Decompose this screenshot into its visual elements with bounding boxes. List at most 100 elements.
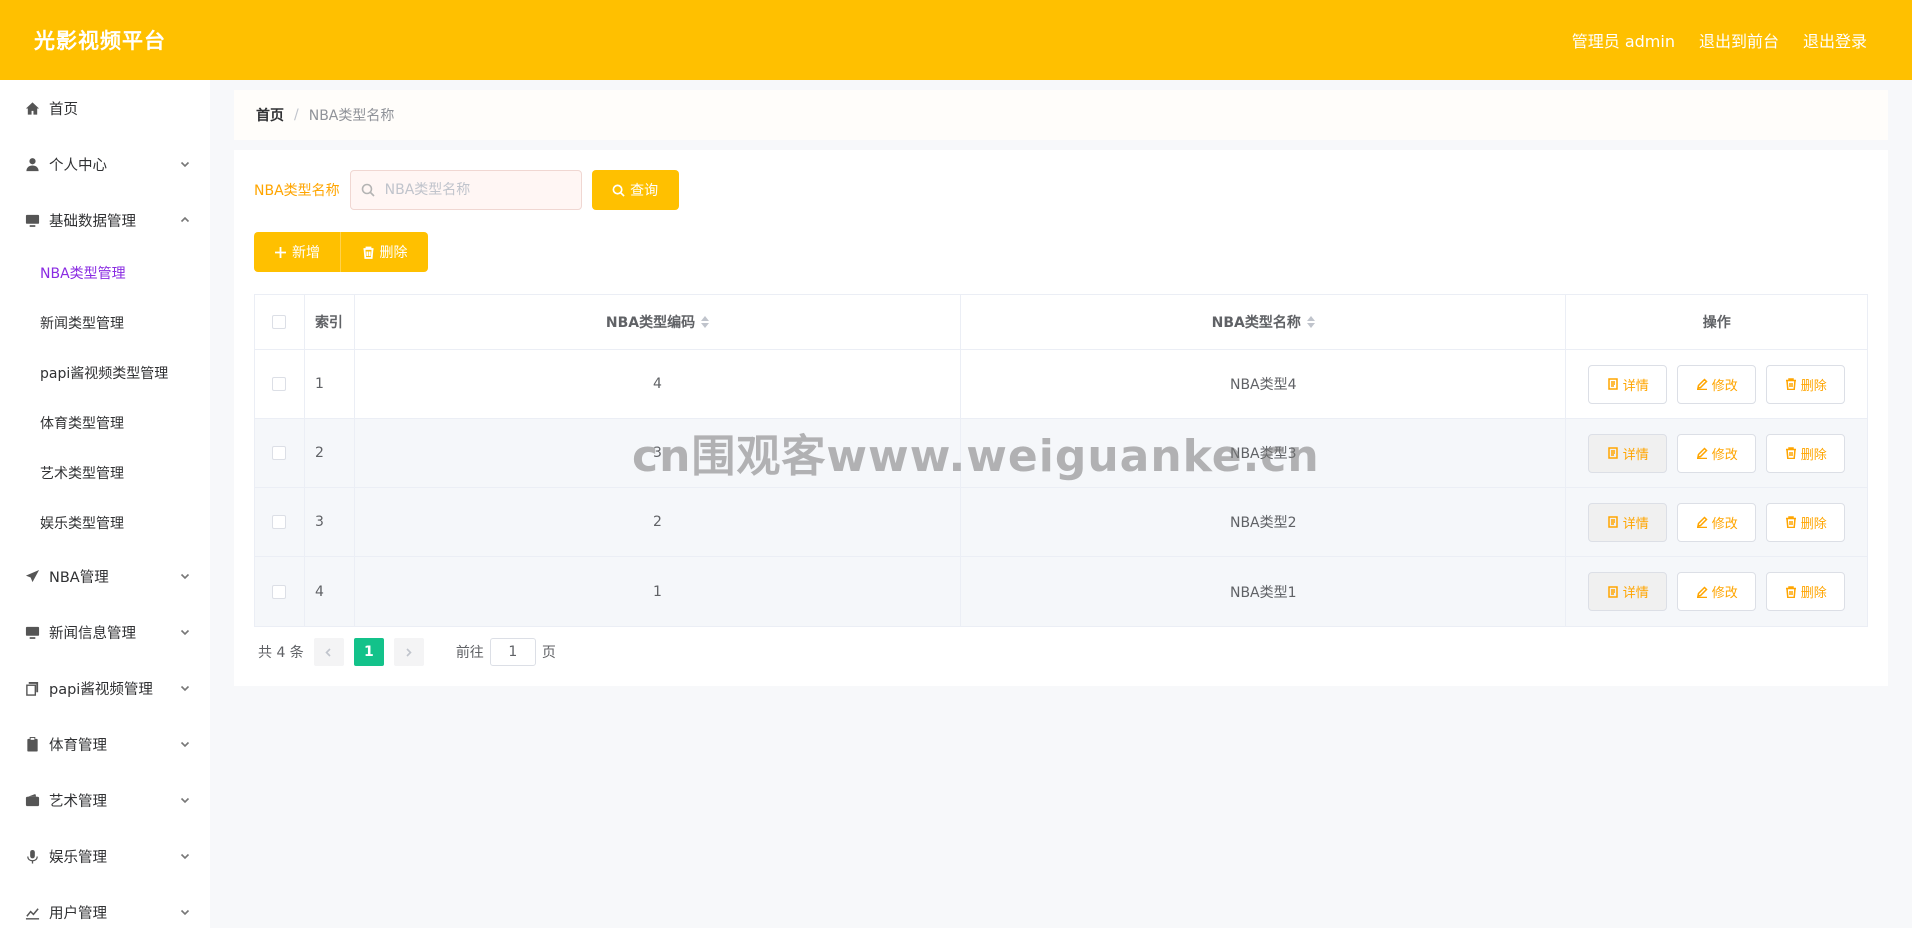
row-ops: 详情 修改 删除 <box>1566 557 1867 626</box>
sort-icon[interactable] <box>1306 316 1315 328</box>
select-all-checkbox[interactable] <box>272 315 287 329</box>
edit-icon <box>1696 378 1708 390</box>
delete-button[interactable]: 删除 <box>1766 572 1846 611</box>
copy-icon <box>24 680 40 696</box>
monitor-icon <box>24 624 40 640</box>
action-row: 新增 删除 <box>254 232 428 272</box>
table-row: 4 1 NBA类型1 详情 修改 删除 <box>255 557 1867 626</box>
search-input[interactable] <box>384 182 565 198</box>
sidebar-item-personal-center[interactable]: 个人中心 <box>0 136 210 192</box>
sidebar-item-users[interactable]: 用户管理 <box>0 884 210 928</box>
sidebar-item-sports[interactable]: 体育管理 <box>0 716 210 772</box>
microphone-icon <box>24 848 40 864</box>
chevron-down-icon <box>180 907 190 917</box>
edit-button-label: 修改 <box>1711 516 1738 532</box>
chevron-down-icon <box>180 795 190 805</box>
document-icon <box>1607 516 1618 528</box>
pagination: 共 4 条 1 前往 页 <box>258 638 556 666</box>
header-name[interactable]: NBA类型名称 <box>961 295 1567 349</box>
row-checkbox[interactable] <box>272 584 287 599</box>
sidebar-item-nba[interactable]: NBA管理 <box>0 548 210 604</box>
chevron-right-icon <box>406 647 412 657</box>
delete-button[interactable]: 删除 <box>1766 433 1846 473</box>
header-name-label: NBA类型名称 <box>1211 315 1301 331</box>
row-checkbox[interactable] <box>272 377 287 391</box>
main-panel: NBA类型名称 查询 新增 删除 索引 NBA类型编码 N <box>234 150 1888 686</box>
add-button[interactable]: 新增 <box>254 232 341 272</box>
next-page-button[interactable] <box>393 638 424 666</box>
detail-button[interactable]: 详情 <box>1588 364 1668 404</box>
detail-button[interactable]: 详情 <box>1588 502 1668 542</box>
row-name: NBA类型1 <box>961 557 1567 626</box>
logout-link[interactable]: 退出登录 <box>1803 28 1867 52</box>
row-checkbox[interactable] <box>272 446 287 460</box>
chevron-down-icon <box>180 851 190 861</box>
chevron-down-icon <box>180 159 190 169</box>
prev-page-button[interactable] <box>313 638 344 666</box>
chevron-down-icon <box>180 739 190 749</box>
table-header-row: 索引 NBA类型编码 NBA类型名称 操作 <box>255 295 1867 350</box>
row-index: 2 <box>305 419 355 487</box>
delete-button-label: 删除 <box>1800 447 1827 463</box>
sidebar-item-papi-video[interactable]: papi酱视频管理 <box>0 660 210 716</box>
detail-button[interactable]: 详情 <box>1588 433 1668 473</box>
home-icon <box>24 100 40 116</box>
row-ops: 详情 修改 删除 <box>1566 419 1867 487</box>
sidebar-item-label: 体育管理 <box>49 737 107 754</box>
edit-button[interactable]: 修改 <box>1677 433 1757 473</box>
edit-button-label: 修改 <box>1711 586 1738 601</box>
sidebar-item-label: 用户管理 <box>49 905 107 922</box>
document-icon <box>1607 378 1618 390</box>
row-code: 1 <box>355 557 962 626</box>
delete-button-label: 删除 <box>1800 516 1827 532</box>
bulk-delete-label: 删除 <box>379 245 408 261</box>
sidebar-item-home[interactable]: 首页 <box>0 80 210 136</box>
sidebar-item-news[interactable]: 新闻信息管理 <box>0 604 210 660</box>
edit-icon <box>1696 585 1708 598</box>
edit-button-label: 修改 <box>1711 378 1738 394</box>
sidebar-subitem-nba-type[interactable]: NBA类型管理 <box>0 248 210 298</box>
document-icon <box>1607 447 1618 459</box>
edit-button[interactable]: 修改 <box>1677 502 1757 542</box>
delete-button[interactable]: 删除 <box>1766 502 1846 542</box>
row-checkbox[interactable] <box>272 515 287 529</box>
edit-button[interactable]: 修改 <box>1677 572 1757 611</box>
chevron-down-icon <box>180 571 190 581</box>
sidebar-subitem-art-type[interactable]: 艺术类型管理 <box>0 448 210 498</box>
sidebar-subitem-entertainment-type[interactable]: 娱乐类型管理 <box>0 498 210 548</box>
trash-icon <box>1785 516 1796 528</box>
header-ops: 操作 <box>1702 315 1731 331</box>
goto-page: 前往 页 <box>456 638 556 666</box>
sidebar-item-basic-data[interactable]: 基础数据管理 <box>0 192 210 248</box>
sidebar-subitem-papi-type[interactable]: papi酱视频类型管理 <box>0 348 210 398</box>
row-check-cell <box>255 488 305 556</box>
total-count: 共 4 条 <box>258 645 304 661</box>
clipboard-icon <box>24 736 40 752</box>
row-code: 3 <box>355 419 962 487</box>
row-index: 4 <box>305 557 355 626</box>
delete-button[interactable]: 删除 <box>1766 364 1846 404</box>
sidebar-subitem-news-type[interactable]: 新闻类型管理 <box>0 298 210 348</box>
sidebar-subitem-sports-type[interactable]: 体育类型管理 <box>0 398 210 448</box>
sidebar-item-art[interactable]: 艺术管理 <box>0 772 210 828</box>
table-row: 3 2 NBA类型2 详情 修改 删除 <box>255 488 1867 557</box>
exit-to-front-link[interactable]: 退出到前台 <box>1699 28 1779 52</box>
header-links: 管理员 admin 退出到前台 退出登录 <box>1572 28 1867 52</box>
sidebar-item-entertainment[interactable]: 娱乐管理 <box>0 828 210 884</box>
search-button[interactable]: 查询 <box>591 170 679 210</box>
goto-page-input[interactable] <box>489 638 536 666</box>
search-field[interactable] <box>349 170 582 210</box>
header-code[interactable]: NBA类型编码 <box>355 295 962 349</box>
breadcrumb-home[interactable]: 首页 <box>256 105 284 125</box>
edit-button[interactable]: 修改 <box>1677 364 1757 404</box>
wallet-icon <box>24 792 40 808</box>
bulk-delete-button[interactable]: 删除 <box>341 232 428 272</box>
header-code-label: NBA类型编码 <box>605 315 696 331</box>
edit-icon <box>1696 447 1708 459</box>
row-check-cell <box>255 557 305 626</box>
row-name: NBA类型4 <box>961 350 1567 418</box>
sort-icon[interactable] <box>701 316 710 328</box>
detail-button[interactable]: 详情 <box>1588 572 1668 611</box>
delete-button-label: 删除 <box>1800 378 1827 394</box>
page-number-current[interactable]: 1 <box>353 638 384 666</box>
